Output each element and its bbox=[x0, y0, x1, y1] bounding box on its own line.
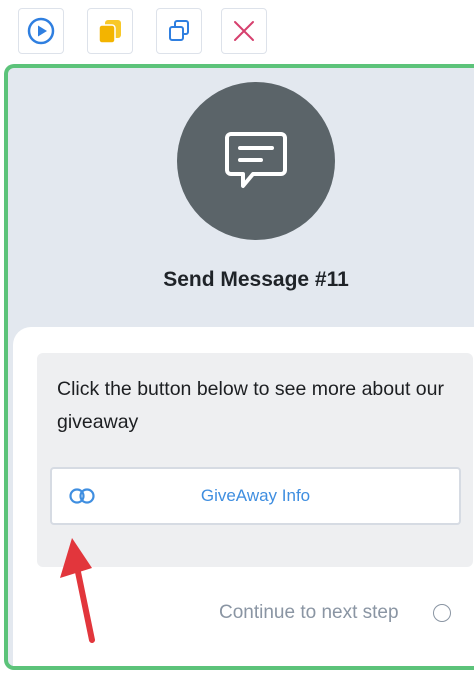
copy-button[interactable] bbox=[87, 8, 133, 54]
continue-radio-button[interactable] bbox=[433, 604, 451, 622]
step-icon-circle bbox=[177, 82, 335, 240]
continue-to-next-step-label: Continue to next step bbox=[219, 602, 399, 623]
message-text: Click the button below to see more about… bbox=[57, 378, 444, 433]
duplicate-icon bbox=[169, 20, 189, 41]
toolbar bbox=[0, 0, 474, 60]
red-arrow-icon bbox=[60, 538, 95, 643]
play-circle-icon bbox=[27, 17, 55, 45]
close-icon bbox=[234, 21, 254, 41]
copy-icon bbox=[98, 20, 121, 44]
giveaway-info-button[interactable]: GiveAway Info bbox=[50, 467, 461, 525]
play-button[interactable] bbox=[18, 8, 64, 54]
button-label: GiveAway Info bbox=[200, 486, 311, 505]
duplicate-button[interactable] bbox=[156, 8, 202, 54]
message-bubble[interactable]: Click the button below to see more about… bbox=[37, 353, 473, 567]
message-icon bbox=[225, 132, 287, 188]
step-title: Send Message #11 bbox=[163, 268, 349, 291]
delete-button[interactable] bbox=[221, 8, 267, 54]
